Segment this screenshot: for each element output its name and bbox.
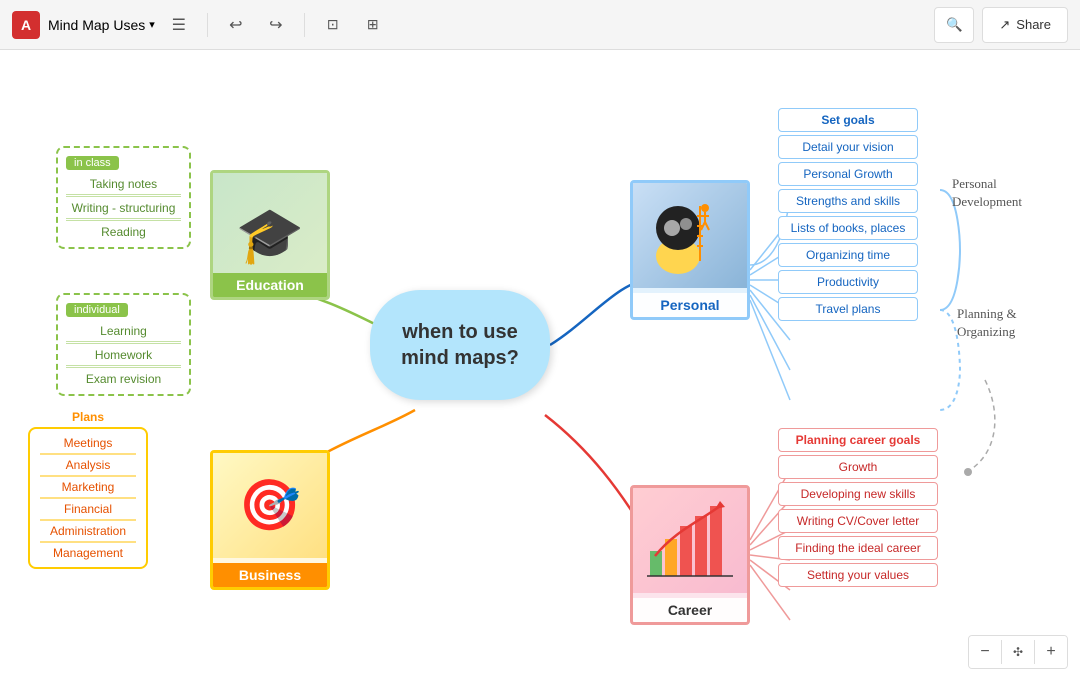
edu-individual-section: individual Learning Homework Exam revisi… bbox=[56, 293, 191, 396]
zoom-in-icon: + bbox=[1046, 643, 1055, 661]
center-node[interactable]: when to use mind maps? bbox=[370, 290, 550, 400]
edu-item-reading: Reading bbox=[66, 222, 181, 242]
zoom-controls: − ✣ + bbox=[968, 635, 1068, 669]
zoom-out-button[interactable]: − bbox=[969, 636, 1001, 668]
personal-item-strengths: Strengths and skills bbox=[778, 189, 918, 213]
redo-button[interactable]: ↪ bbox=[260, 9, 292, 41]
zoom-out-icon: − bbox=[980, 643, 989, 661]
zoom-in-button[interactable]: + bbox=[1035, 636, 1067, 668]
career-item-cv: Writing CV/Cover letter bbox=[778, 509, 938, 533]
biz-item-marketing: Marketing bbox=[40, 477, 136, 498]
career-item-dev-skills: Developing new skills bbox=[778, 482, 938, 506]
undo-button[interactable]: ↩ bbox=[220, 9, 252, 41]
hamburger-icon: ☰ bbox=[172, 15, 186, 35]
personal-item-productivity: Productivity bbox=[778, 270, 918, 294]
redo-icon: ↪ bbox=[269, 15, 282, 35]
edu-item-homework: Homework bbox=[66, 345, 181, 366]
edu-item-writing: Writing - structuring bbox=[66, 198, 181, 219]
biz-item-administration: Administration bbox=[40, 521, 136, 542]
undo-icon: ↩ bbox=[229, 15, 242, 35]
career-item-planning: Planning career goals bbox=[778, 428, 938, 452]
frame-icon: ⊡ bbox=[327, 16, 339, 33]
career-label: Career bbox=[633, 598, 747, 622]
personal-label: Personal bbox=[633, 293, 747, 317]
frame-button[interactable]: ⊡ bbox=[317, 9, 349, 41]
individual-tag: individual bbox=[66, 303, 128, 317]
toolbar-right: 🔍 ↗ Share bbox=[934, 7, 1068, 43]
education-node[interactable]: 🎓 Education bbox=[210, 170, 330, 300]
career-node[interactable]: Career bbox=[630, 485, 750, 625]
personal-illustration bbox=[640, 186, 740, 286]
business-plans-tag: Plans bbox=[28, 410, 148, 424]
zoom-fit-icon: ✣ bbox=[1013, 645, 1023, 659]
career-item-values: Setting your values bbox=[778, 563, 938, 587]
center-text: when to use mind maps? bbox=[401, 319, 519, 371]
personal-development-label: Personal Development bbox=[952, 175, 1022, 211]
education-label: Education bbox=[213, 273, 327, 297]
edu-item-taking-notes: Taking notes bbox=[66, 174, 181, 195]
business-subitems: Plans Meetings Analysis Marketing Financ… bbox=[28, 410, 148, 569]
planning-organizing-label: Planning & Organizing bbox=[957, 305, 1017, 341]
business-icon: 🎯 bbox=[239, 476, 301, 535]
search-button[interactable]: 🔍 bbox=[934, 7, 974, 43]
chevron-down-icon: ▾ bbox=[149, 18, 155, 31]
search-icon: 🔍 bbox=[946, 17, 963, 33]
personal-item-growth: Personal Growth bbox=[778, 162, 918, 186]
share-label: Share bbox=[1016, 17, 1051, 32]
app-logo: A bbox=[12, 11, 40, 39]
graduation-cap-icon: 🎓 bbox=[236, 203, 304, 268]
title-text: Mind Map Uses bbox=[48, 17, 145, 33]
canvas: when to use mind maps? 🎓 Education in cl… bbox=[0, 50, 1080, 681]
personal-item-set-goals: Set goals bbox=[778, 108, 918, 132]
personal-item-lists: Lists of books, places bbox=[778, 216, 918, 240]
toolbar-divider-2 bbox=[304, 13, 305, 37]
edu-item-exam: Exam revision bbox=[66, 369, 181, 389]
business-label: Business bbox=[213, 563, 327, 587]
personal-item-vision: Detail your vision bbox=[778, 135, 918, 159]
personal-node[interactable]: Personal bbox=[630, 180, 750, 320]
business-node[interactable]: 🎯 Business bbox=[210, 450, 330, 590]
personal-subitems: Set goals Detail your vision Personal Gr… bbox=[778, 108, 918, 324]
career-chart bbox=[645, 501, 735, 581]
hamburger-button[interactable]: ☰ bbox=[163, 9, 195, 41]
personal-item-organizing: Organizing time bbox=[778, 243, 918, 267]
layout-button[interactable]: ⊞ bbox=[357, 9, 389, 41]
zoom-fit-button[interactable]: ✣ bbox=[1002, 636, 1034, 668]
career-subitems: Planning career goals Growth Developing … bbox=[778, 428, 938, 590]
toolbar-divider-1 bbox=[207, 13, 208, 37]
layout-icon: ⊞ bbox=[367, 16, 379, 33]
biz-item-financial: Financial bbox=[40, 499, 136, 520]
biz-item-analysis: Analysis bbox=[40, 455, 136, 476]
share-icon: ↗ bbox=[999, 17, 1010, 33]
document-title[interactable]: Mind Map Uses ▾ bbox=[48, 17, 155, 33]
career-item-ideal-career: Finding the ideal career bbox=[778, 536, 938, 560]
edu-in-class-section: in class Taking notes Writing - structur… bbox=[56, 146, 191, 249]
biz-item-management: Management bbox=[40, 543, 136, 563]
biz-item-meetings: Meetings bbox=[40, 433, 136, 454]
career-item-growth: Growth bbox=[778, 455, 938, 479]
toolbar: A Mind Map Uses ▾ ☰ ↩ ↪ ⊡ ⊞ 🔍 ↗ Share bbox=[0, 0, 1080, 50]
share-button[interactable]: ↗ Share bbox=[982, 7, 1068, 43]
personal-item-travel: Travel plans bbox=[778, 297, 918, 321]
edu-item-learning: Learning bbox=[66, 321, 181, 342]
in-class-tag: in class bbox=[66, 156, 119, 170]
